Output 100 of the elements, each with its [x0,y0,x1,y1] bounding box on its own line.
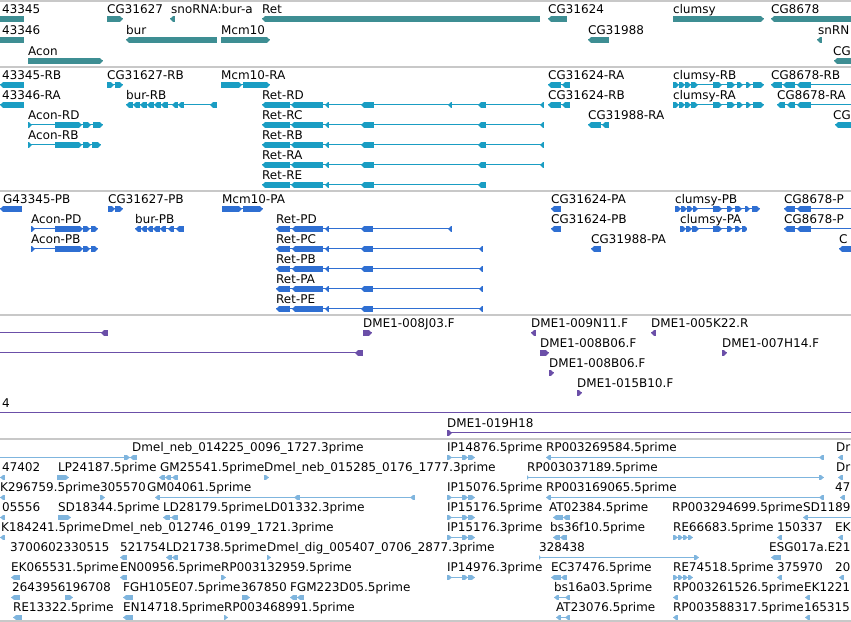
gene-name: CG31624 [548,2,604,16]
est-name: RE66683.5prime [673,520,774,534]
clone-name: DME1-019H18 [447,416,534,430]
protein-name: CG31988-PA [591,232,666,246]
est-name: RP003269584.5prime [546,440,677,454]
clone-name: DME1-015B10.F [577,376,674,390]
est-name: SD18344.5prime [58,500,160,514]
est-name: 521754 [120,540,166,554]
est-name: RP003588317.5prime [673,600,804,614]
est-name: K184241.5prime [1,520,102,534]
est-name: GM25541.5prime [160,460,264,474]
est-name: 05556 [2,500,40,514]
protein-name: Ret-PE [276,292,316,306]
est-name: RP003294699.5prime [672,500,803,514]
est-name: IP14976.3prime [447,560,542,574]
est-name: 3700602330515 [10,540,110,554]
est-name: K296759.5prime [0,480,100,494]
est-name: RE13322.5prime [13,600,114,614]
est-name: LD28179.5prime [163,500,264,514]
est-name: Dmel_neb_015285_0176_1777.3prime [264,460,496,474]
est-name: EK1221 [804,580,850,594]
transcript-name: 43345-RB [2,68,62,82]
est-name: LP24187.5prime [58,460,157,474]
transcript-name: bur-RB [126,88,166,102]
est-name: FGH105E07.5prime [123,580,240,594]
protein-name: Mcm10-PA [222,192,285,206]
est-name: IP14876.5prime [447,440,542,454]
protein-name: CG8678-P [784,192,844,206]
transcript-name: CG31624-RB [548,88,625,102]
transcript-name: Ret-RD [262,88,304,102]
transcript-name: Acon-RB [28,128,78,142]
est-name: EC37476.5prime [551,560,652,574]
protein-name: Acon-PB [31,232,80,246]
protein-name: G43345-PB [3,192,70,206]
protein-name: Acon-PD [31,212,82,226]
transcript-name: Acon-RD [28,108,80,122]
clone-name: 4 [2,396,10,410]
transcript-name: Ret-RC [262,108,302,122]
clone-name: DME1-007H14.F [722,336,820,350]
est-name: EN00956.5prime [120,560,222,574]
est-name: AT02384.5prime [549,500,648,514]
gene-name: Acon [28,44,58,58]
est-name: Dr [836,440,850,454]
est-name: Dmel_dig_005407_0706_2877.3prime [267,540,495,554]
est-name: LD01332.3prime [264,500,365,514]
est-name: 47 [835,480,850,494]
protein-name: C [839,232,848,246]
est-name: bs36f10.5prime [550,520,646,534]
transcript-name: CG31624-RA [548,68,624,82]
gene-name: Ret [262,2,282,16]
transcript-name: Ret-RB [262,128,303,142]
clone-name: DME1-008B06.F [549,356,646,370]
est-name: 328438 [539,540,585,554]
est-name: IP15176.5prime [447,500,542,514]
est-name: EK065531.5prime [11,560,119,574]
est-name: 196708 [65,580,111,594]
est-name: 305570 [100,480,146,494]
est-name: 47402 [2,460,40,474]
transcript-name: CG31627-RB [107,68,184,82]
protein-name: Ret-PD [276,212,317,226]
est-name: ESG017a.E21 [769,540,850,554]
transcript-name: 43346-RA [2,88,61,102]
est-name: bs16a03.5prime [554,580,652,594]
protein-name: CG31624-PB [551,212,627,226]
transcript-name: CG8678-RB [771,68,840,82]
protein-name: clumsy-PB [675,192,738,206]
clone-name: DME1-008J03.F [363,316,455,330]
est-name: EN14718.5prime [123,600,224,614]
transcript-name: Ret-RE [262,168,302,182]
transcript-name: clumsy-RA [673,88,736,102]
est-name: LD21738.5prime [166,540,267,554]
gene-name: CG [833,44,851,58]
transcript-name: CG8678-RA [777,88,846,102]
est-name: IP15076.5prime [447,480,542,494]
gene-name: bur [126,23,146,37]
gene-name: CG8678 [771,2,820,16]
est-name: RP003169065.5prime [546,480,677,494]
est-name: RP003132959.5prime [221,560,352,574]
est-name: FGM223D05.5prime [290,580,410,594]
est-name: RP003037189.5prime [527,460,658,474]
protein-name: CG31624-PA [551,192,626,206]
est-name: 20 [835,560,850,574]
est-name: 165315 [804,600,850,614]
est-name: SD1189 [803,500,850,514]
transcript-name: clumsy-RB [673,68,736,82]
est-name: 375970 [777,560,823,574]
gene-name: snRN [818,23,850,37]
protein-name: Ret-PA [276,272,315,286]
est-name: GM04061.5prime [147,480,252,494]
est-name: RE74518.5prime [673,560,774,574]
transcript-name: CG31988-RA [588,108,664,122]
protein-name: clumsy-PA [680,212,742,226]
gene-name: clumsy [673,2,716,16]
gene-name: CG31627 [107,2,163,16]
est-name: RP003468991.5prime [224,600,355,614]
est-name: RP003261526.5prime [673,580,804,594]
protein-name: CG8678-P [784,212,844,226]
protein-name: Ret-PB [276,252,316,266]
transcript-name: Mcm10-RA [221,68,286,82]
est-name: Dmel_neb_012746_0199_1721.3prime [102,520,334,534]
